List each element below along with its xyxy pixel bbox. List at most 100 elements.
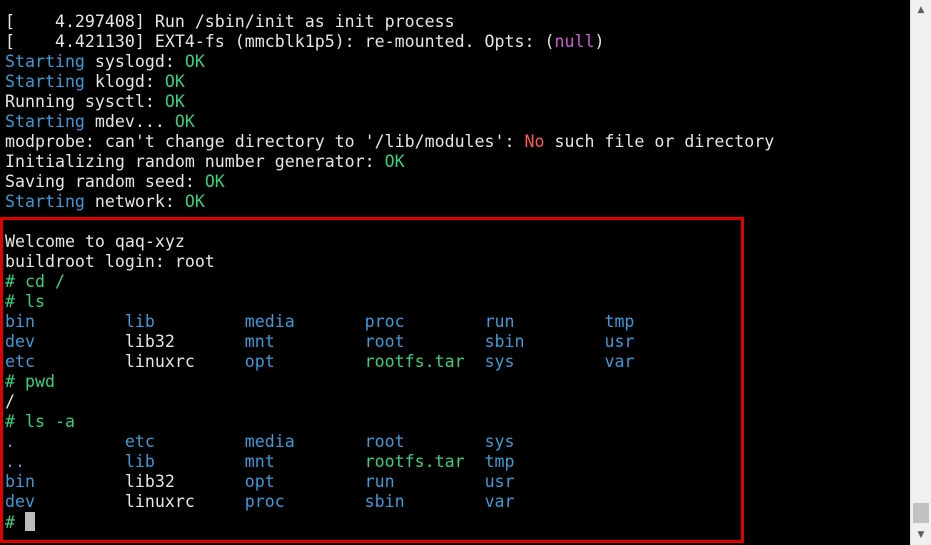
terminal-text: rootfs.tar <box>364 452 485 471</box>
terminal-output: [ 4.297408] Run /sbin/init as init proce… <box>5 12 774 532</box>
terminal-text: usr <box>604 332 635 351</box>
terminal-text: usr <box>484 472 515 491</box>
terminal-text: rootfs.tar <box>364 352 485 371</box>
terminal-text: klogd: <box>84 72 165 91</box>
terminal-line: Starting klogd: OK <box>5 72 774 92</box>
terminal-text: media <box>244 432 365 451</box>
terminal-line: buildroot login: root <box>5 252 774 272</box>
terminal-text: Starting <box>5 72 85 91</box>
terminal-text: Starting <box>5 192 85 211</box>
terminal-text: var <box>604 352 635 371</box>
scroll-down-arrow-icon[interactable]: ▼ <box>911 525 931 545</box>
terminal-text: No <box>524 132 545 151</box>
terminal-text: Welcome to qaq-xyz <box>5 232 185 251</box>
terminal-line: # <box>5 512 774 532</box>
terminal-text: lib <box>124 312 245 331</box>
terminal-text: Running sysctl: <box>5 92 165 111</box>
terminal-text: ) <box>594 32 605 51</box>
terminal-text: . <box>5 432 125 451</box>
terminal-line: # ls <box>5 292 774 312</box>
text-cursor <box>24 512 35 531</box>
terminal-line: Starting mdev... OK <box>5 112 774 132</box>
terminal-text: Initializing random number generator: <box>5 152 385 171</box>
terminal-line: Saving random seed: OK <box>5 172 774 192</box>
terminal-window[interactable]: [ 4.297408] Run /sbin/init as init proce… <box>0 0 910 545</box>
terminal-line: Starting syslogd: OK <box>5 52 774 72</box>
scroll-up-arrow-icon[interactable]: ▲ <box>911 0 931 20</box>
terminal-text: dev <box>5 332 125 351</box>
terminal-text: proc <box>244 492 365 511</box>
terminal-line: bin lib32 opt run usr <box>5 472 774 492</box>
terminal-text: tmp <box>604 312 635 331</box>
terminal-text: mnt <box>244 452 365 471</box>
terminal-text: Saving random seed: <box>5 172 205 191</box>
terminal-text: sbin <box>484 332 605 351</box>
terminal-text: lib32 <box>124 472 245 491</box>
terminal-line: [ 4.421130] EXT4-fs (mmcblk1p5): re-moun… <box>5 32 774 52</box>
terminal-text: tmp <box>484 452 515 471</box>
terminal-line: . etc media root sys <box>5 432 774 452</box>
terminal-line: dev linuxrc proc sbin var <box>5 492 774 512</box>
terminal-text: [ 4.421130] EXT4-fs (mmcblk1p5): re-moun… <box>5 32 555 51</box>
terminal-text: bin <box>5 312 125 331</box>
terminal-line: .. lib mnt rootfs.tar tmp <box>5 452 774 472</box>
terminal-text: mnt <box>244 332 365 351</box>
terminal-line: dev lib32 mnt root sbin usr <box>5 332 774 352</box>
terminal-text: null <box>554 32 595 51</box>
terminal-line: Running sysctl: OK <box>5 92 774 112</box>
terminal-line: # ls -a <box>5 412 774 432</box>
terminal-line: Welcome to qaq-xyz <box>5 232 774 252</box>
terminal-line: Starting network: OK <box>5 192 774 212</box>
terminal-text: Starting <box>5 112 85 131</box>
terminal-text: var <box>484 492 515 511</box>
terminal-text: sys <box>484 432 515 451</box>
terminal-line: # cd / <box>5 272 774 292</box>
terminal-text: linuxrc <box>124 352 245 371</box>
terminal-line: # pwd <box>5 372 774 392</box>
terminal-text: such file or directory <box>544 132 775 151</box>
terminal-text: syslogd: <box>84 52 185 71</box>
terminal-text: lib32 <box>124 332 245 351</box>
terminal-text: Starting <box>5 52 85 71</box>
terminal-text: modprobe: can't change directory to '/li… <box>5 132 525 151</box>
terminal-line: modprobe: can't change directory to '/li… <box>5 132 774 152</box>
terminal-text: OK <box>384 152 405 171</box>
terminal-text: proc <box>364 312 485 331</box>
terminal-text: # pwd <box>5 372 55 391</box>
terminal-text: root <box>364 432 485 451</box>
terminal-text: bin <box>5 472 125 491</box>
terminal-text: etc <box>124 432 245 451</box>
terminal-line: bin lib media proc run tmp <box>5 312 774 332</box>
terminal-text: opt <box>244 352 365 371</box>
terminal-text: run <box>364 472 485 491</box>
terminal-text: .. <box>5 452 125 471</box>
terminal-text: linuxrc <box>124 492 245 511</box>
terminal-text: run <box>484 312 605 331</box>
terminal-text: etc <box>5 352 125 371</box>
terminal-text: OK <box>184 192 205 211</box>
terminal-text: # ls <box>5 292 45 311</box>
scrollbar-thumb[interactable] <box>913 503 929 523</box>
terminal-text: mdev... <box>84 112 175 131</box>
terminal-text: OK <box>164 92 185 111</box>
terminal-text: OK <box>204 172 225 191</box>
terminal-text: network: <box>84 192 185 211</box>
terminal-text: lib <box>124 452 245 471</box>
terminal-text: media <box>244 312 365 331</box>
terminal-text: # <box>5 513 25 532</box>
vertical-scrollbar[interactable]: ▲ ▼ <box>910 0 931 545</box>
terminal-line: etc linuxrc opt rootfs.tar sys var <box>5 352 774 372</box>
terminal-text: buildroot login: root <box>5 252 215 271</box>
terminal-text: sbin <box>364 492 485 511</box>
terminal-line: [ 4.297408] Run /sbin/init as init proce… <box>5 12 774 32</box>
terminal-text: sys <box>484 352 605 371</box>
terminal-text: opt <box>244 472 365 491</box>
terminal-text: [ 4.297408] Run /sbin/init as init proce… <box>5 12 455 31</box>
terminal-line: / <box>5 392 774 412</box>
terminal-text: root <box>364 332 485 351</box>
terminal-text: # cd / <box>5 272 65 291</box>
terminal-text: # ls -a <box>5 412 75 431</box>
terminal-line: Initializing random number generator: OK <box>5 152 774 172</box>
terminal-text: dev <box>5 492 125 511</box>
